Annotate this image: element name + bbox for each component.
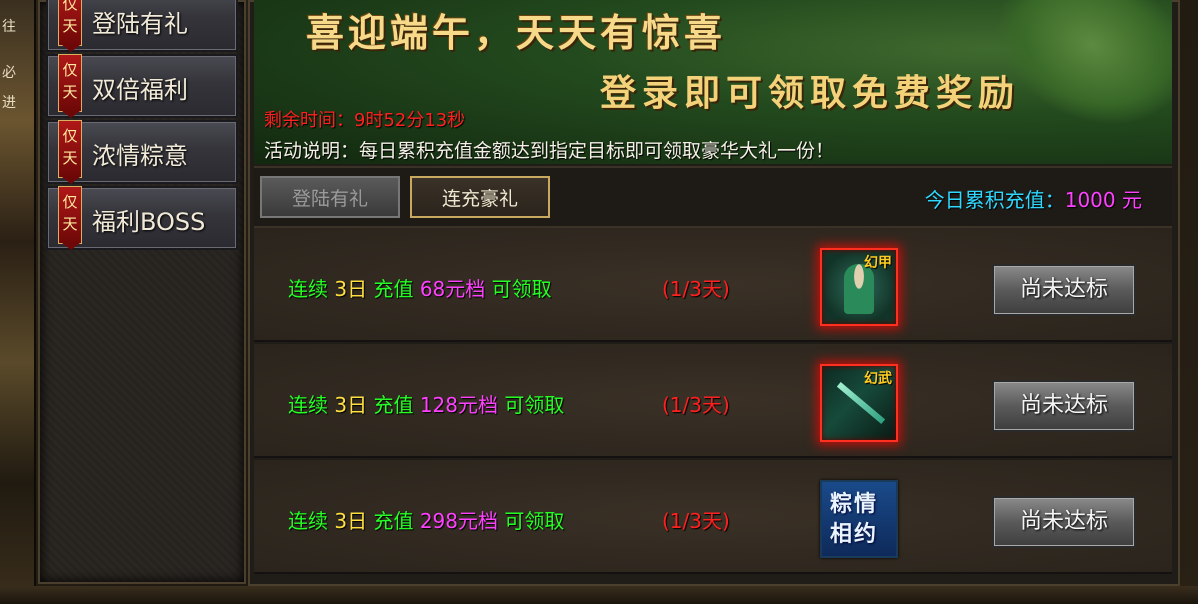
tag-bottom: 天 bbox=[62, 17, 78, 35]
tag-top: 仅 bbox=[62, 127, 78, 145]
row-suffix: 可领取 bbox=[498, 393, 565, 417]
left-border-strip: 往 必 进 bbox=[0, 0, 36, 604]
limited-day-tag: 仅天 bbox=[58, 0, 82, 52]
row-progress: (1/3天) bbox=[662, 393, 730, 417]
row-days: 3日 bbox=[334, 393, 368, 417]
tag-top: 仅 bbox=[62, 61, 78, 79]
row-prefix: 连续 bbox=[288, 277, 335, 301]
weapon-icon[interactable]: 幻武 bbox=[820, 364, 898, 442]
row-suffix: 可领取 bbox=[498, 509, 565, 533]
limited-day-tag: 仅天 bbox=[58, 120, 82, 184]
reward-text-bottom: 相约 bbox=[830, 522, 879, 547]
reward-badge: 幻甲 bbox=[864, 255, 892, 271]
row-tier: 128元档 bbox=[419, 393, 498, 417]
row-prefix: 连续 bbox=[288, 393, 335, 417]
sidebar-item-zongzi[interactable]: 仅天 浓情粽意 bbox=[46, 120, 238, 184]
activity-sidebar: 仅天 登陆有礼 仅天 双倍福利 仅天 浓情粽意 仅天 福利BOSS bbox=[38, 0, 246, 584]
sidebar-item-label: 登陆有礼 bbox=[92, 10, 188, 38]
reward-item-text: 粽情 相约 bbox=[830, 490, 878, 550]
row-tier: 298元档 bbox=[419, 509, 498, 533]
row-prefix: 连续 bbox=[288, 509, 335, 533]
sidebar-item-label: 浓情粽意 bbox=[92, 142, 188, 170]
sidebar-item-login-gift[interactable]: 仅天 登陆有礼 bbox=[46, 0, 238, 52]
row-condition: 连续 3日 充值 68元档 可领取 bbox=[288, 273, 552, 302]
bottom-border bbox=[0, 586, 1198, 604]
sidebar-item-double-bonus[interactable]: 仅天 双倍福利 bbox=[46, 54, 238, 118]
banner-headline: 喜迎端午，天天有惊喜 bbox=[306, 10, 727, 55]
sidebar-item-welfare-boss[interactable]: 仅天 福利BOSS bbox=[46, 186, 238, 250]
not-reached-button[interactable]: 尚未达标 bbox=[992, 496, 1136, 548]
sidebar-item-label: 福利BOSS bbox=[92, 208, 206, 236]
banner-subline: 登录即可领取免费奖励 bbox=[600, 72, 1021, 114]
reward-row: 连续 3日 充值 128元档 可领取 (1/3天) 幻武 尚未达标 bbox=[254, 344, 1172, 458]
row-condition: 连续 3日 充值 298元档 可领取 bbox=[288, 505, 564, 534]
tag-top: 仅 bbox=[62, 193, 78, 211]
row-progress: (1/3天) bbox=[662, 277, 730, 301]
tab-login-gift[interactable]: 登陆有礼 bbox=[260, 176, 400, 218]
row-condition: 连续 3日 充值 128元档 可领取 bbox=[288, 389, 564, 418]
row-suffix: 可领取 bbox=[485, 277, 552, 301]
recharge-unit: 元 bbox=[1115, 188, 1142, 212]
row-days: 3日 bbox=[334, 277, 368, 301]
tag-bottom: 天 bbox=[62, 215, 78, 233]
sword-icon bbox=[836, 382, 886, 424]
row-mid: 充值 bbox=[367, 393, 420, 417]
tab-bar: 登陆有礼 连充豪礼 今日累积充值：1000 元 bbox=[254, 166, 1172, 228]
left-strip-glyph: 往 bbox=[2, 19, 16, 35]
event-banner: 喜迎端午，天天有惊喜 登录即可领取免费奖励 剩余时间：9时52分13秒 活动说明… bbox=[254, 0, 1172, 164]
remaining-time: 剩余时间：9时52分13秒 bbox=[264, 110, 466, 131]
not-reached-button[interactable]: 尚未达标 bbox=[992, 264, 1136, 316]
sidebar-item-label: 双倍福利 bbox=[92, 76, 188, 104]
zongqing-xiangyue-icon[interactable]: 粽情 相约 bbox=[820, 480, 898, 558]
recharge-label: 今日累积充值： bbox=[924, 188, 1065, 212]
left-strip-glyph: 进 bbox=[2, 95, 16, 111]
reward-text-top: 粽情 bbox=[830, 492, 879, 517]
row-tier: 68元档 bbox=[419, 277, 486, 301]
reward-badge: 幻武 bbox=[864, 371, 892, 387]
tag-bottom: 天 bbox=[62, 149, 78, 167]
event-description: 活动说明：每日累积充值金额达到指定目标即可领取豪华大礼一份！ bbox=[264, 140, 835, 162]
left-strip-glyph: 必 bbox=[2, 65, 16, 81]
limited-day-tag: 仅天 bbox=[58, 186, 82, 250]
tab-consecutive-recharge[interactable]: 连充豪礼 bbox=[410, 176, 550, 218]
tag-top: 仅 bbox=[62, 0, 78, 13]
recharge-amount: 1000 bbox=[1064, 188, 1116, 212]
row-progress: (1/3天) bbox=[662, 509, 730, 533]
armor-icon[interactable]: 幻甲 bbox=[820, 248, 898, 326]
not-reached-button[interactable]: 尚未达标 bbox=[992, 380, 1136, 432]
row-days: 3日 bbox=[334, 509, 368, 533]
limited-day-tag: 仅天 bbox=[58, 54, 82, 118]
row-mid: 充值 bbox=[367, 509, 420, 533]
today-recharge: 今日累积充值：1000 元 bbox=[925, 184, 1142, 213]
reward-row: 连续 3日 充值 68元档 可领取 (1/3天) 幻甲 尚未达标 bbox=[254, 228, 1172, 342]
reward-row: 连续 3日 充值 298元档 可领取 (1/3天) 粽情相约 尚未达标 bbox=[254, 460, 1172, 574]
tag-bottom: 天 bbox=[62, 83, 78, 101]
row-mid: 充值 bbox=[367, 277, 420, 301]
